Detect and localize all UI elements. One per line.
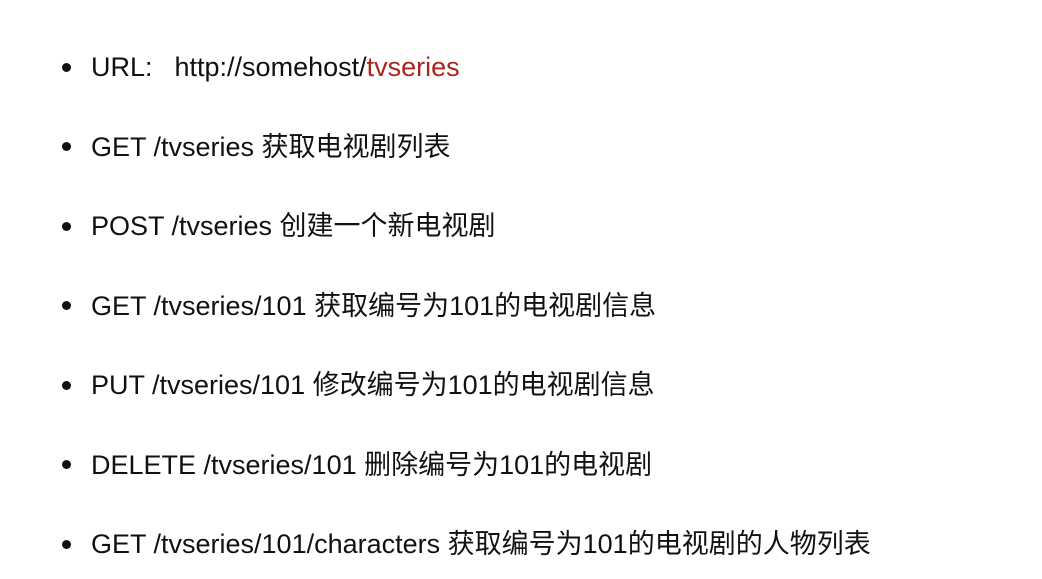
bullet-dot-icon [62,62,71,72]
bullet-dot-icon [62,460,71,469]
list-item-delete: DELETE /tvseries/101 删除编号为101的电视剧 [62,446,871,484]
url-resource: tvseries [366,52,460,82]
bullet-dot-icon [62,221,71,231]
list-item-get-one: GET /tvseries/101 获取编号为101的电视剧信息 [62,287,871,325]
endpoint-text: GET /tvseries/101 获取编号为101的电视剧信息 [91,290,657,321]
bullet-dot-icon [62,380,71,390]
endpoint-text: DELETE /tvseries/101 删除编号为101的电视剧 [91,449,653,480]
list-item-put-update: PUT /tvseries/101 修改编号为101的电视剧信息 [62,366,871,404]
list-item-get-characters: GET /tvseries/101/characters 获取编号为101的电视… [62,525,871,563]
list-item-post-create: POST /tvseries 创建一个新电视剧 [62,207,871,245]
bullet-dot-icon [62,142,71,151]
endpoint-text: PUT /tvseries/101 修改编号为101的电视剧信息 [91,370,655,400]
url-label: URL: [91,52,153,82]
endpoint-text: GET /tvseries/101/characters 获取编号为101的电视… [91,529,871,559]
endpoint-text: POST /tvseries 创建一个新电视剧 [91,211,496,241]
list-item-get-list: GET /tvseries 获取电视剧列表 [62,128,871,166]
bullet-dot-icon [62,301,71,310]
url-host: http://somehost/ [174,52,367,82]
slide: URL: http://somehost/tvseries GET /tvser… [0,0,1042,579]
endpoint-text: GET /tvseries 获取电视剧列表 [91,131,451,162]
bullet-list: URL: http://somehost/tvseries GET /tvser… [62,48,871,563]
bullet-dot-icon [62,539,71,549]
list-item-url: URL: http://somehost/tvseries [62,48,871,86]
